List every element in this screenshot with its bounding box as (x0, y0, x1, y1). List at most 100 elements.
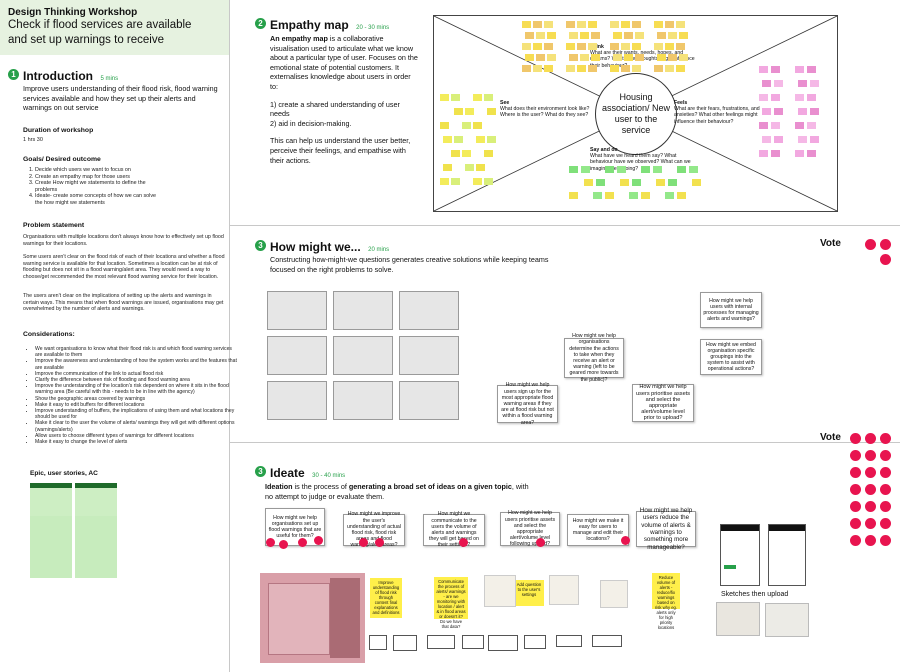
sticky-note[interactable] (577, 43, 586, 50)
sticky-note[interactable] (656, 179, 665, 186)
sticky-note[interactable] (679, 54, 688, 61)
sticky-note[interactable] (795, 122, 804, 129)
idea-box[interactable] (592, 635, 622, 647)
idea-sticky[interactable]: Reduce volume of alerts - reduce/fix war… (652, 573, 680, 630)
sticky-note[interactable] (610, 43, 619, 50)
hmw-card[interactable]: How might we help organisations determin… (564, 333, 624, 383)
sticky-note[interactable] (522, 65, 531, 72)
sticky-note[interactable] (795, 66, 804, 73)
idea-box[interactable] (488, 635, 518, 651)
hmw-empty-card[interactable] (333, 381, 393, 420)
sticky-note[interactable] (665, 21, 674, 28)
idea-photo[interactable] (484, 575, 516, 607)
sticky-note[interactable] (440, 122, 449, 129)
sticky-note[interactable] (632, 21, 641, 28)
ideate-card[interactable]: How might we make it easy for users to m… (567, 514, 629, 546)
sticky-note[interactable] (577, 21, 586, 28)
vote-dot[interactable] (880, 433, 891, 444)
sticky-note[interactable] (762, 80, 771, 87)
sticky-note[interactable] (624, 54, 633, 61)
sticky-note[interactable] (632, 65, 641, 72)
vote-dot[interactable] (850, 501, 861, 512)
sticky-note[interactable] (584, 179, 593, 186)
sticky-note[interactable] (451, 150, 460, 157)
idea-box[interactable] (556, 635, 582, 647)
wireframe-2[interactable] (768, 524, 806, 586)
vote-dot[interactable] (536, 538, 545, 547)
sticky-note[interactable] (613, 32, 622, 39)
idea-sticky[interactable]: Add question to the user's settings (514, 580, 544, 606)
sticky-note[interactable] (451, 94, 460, 101)
sticky-note[interactable] (484, 94, 493, 101)
vote-dot[interactable] (880, 535, 891, 546)
sticky-note[interactable] (536, 32, 545, 39)
sticky-note[interactable] (810, 80, 819, 87)
sticky-note[interactable] (635, 54, 644, 61)
sticky-note[interactable] (692, 179, 701, 186)
sticky-note[interactable] (759, 122, 768, 129)
sticky-note[interactable] (668, 179, 677, 186)
idea-sticky[interactable]: Improve understanding of flood risk thro… (370, 578, 402, 618)
sticky-note[interactable] (668, 54, 677, 61)
sticky-note[interactable] (677, 192, 686, 199)
sketch-photo[interactable] (765, 603, 809, 637)
idea-box[interactable] (462, 635, 484, 649)
sticky-note[interactable] (581, 166, 590, 173)
sticky-note[interactable] (621, 21, 630, 28)
sticky-note[interactable] (533, 43, 542, 50)
vote-dot[interactable] (880, 254, 891, 265)
sticky-note[interactable] (771, 150, 780, 157)
sticky-note[interactable] (566, 21, 575, 28)
sticky-note[interactable] (566, 65, 575, 72)
sticky-note[interactable] (657, 54, 666, 61)
sticky-note[interactable] (654, 65, 663, 72)
idea-box[interactable] (524, 635, 546, 649)
hmw-card[interactable]: How might we help users prioritise asset… (632, 384, 694, 422)
sticky-note[interactable] (676, 21, 685, 28)
sticky-note[interactable] (617, 166, 626, 173)
sticky-note[interactable] (759, 94, 768, 101)
empathy-canvas[interactable]: Housing association/ New user to the ser… (433, 15, 838, 212)
sticky-note[interactable] (591, 54, 600, 61)
sticky-note[interactable] (679, 32, 688, 39)
sticky-note[interactable] (771, 66, 780, 73)
sticky-note[interactable] (665, 192, 674, 199)
ideate-vote-grid[interactable] (850, 433, 895, 558)
vote-dot[interactable] (865, 518, 876, 529)
sticky-note[interactable] (577, 65, 586, 72)
hmw-empty-card[interactable] (399, 291, 459, 330)
sticky-note[interactable] (676, 43, 685, 50)
whiteboard-photo[interactable] (260, 573, 365, 663)
sticky-note[interactable] (522, 21, 531, 28)
sticky-note[interactable] (665, 43, 674, 50)
sticky-note[interactable] (547, 54, 556, 61)
sticky-note[interactable] (487, 108, 496, 115)
sticky-note[interactable] (762, 136, 771, 143)
sticky-note[interactable] (605, 166, 614, 173)
sticky-note[interactable] (653, 166, 662, 173)
vote-dot[interactable] (621, 536, 630, 545)
ideate-card[interactable]: How might we help users prioritise asset… (500, 510, 560, 547)
sticky-note[interactable] (476, 136, 485, 143)
sticky-note[interactable] (771, 94, 780, 101)
sticky-note[interactable] (569, 192, 578, 199)
sticky-note[interactable] (465, 164, 474, 171)
vote-dot[interactable] (279, 540, 288, 549)
sticky-note[interactable] (610, 21, 619, 28)
sticky-note[interactable] (588, 65, 597, 72)
sticky-note[interactable] (774, 108, 783, 115)
vote-dot[interactable] (865, 450, 876, 461)
sticky-note[interactable] (451, 178, 460, 185)
vote-dot[interactable] (865, 501, 876, 512)
sticky-note[interactable] (566, 43, 575, 50)
sticky-note[interactable] (762, 108, 771, 115)
sticky-note[interactable] (443, 136, 452, 143)
see-stickies[interactable] (440, 94, 500, 194)
sticky-note[interactable] (798, 108, 807, 115)
epic-card[interactable] (30, 483, 72, 516)
sticky-note[interactable] (641, 192, 650, 199)
hmw-empty-card[interactable] (399, 336, 459, 375)
sticky-note[interactable] (596, 179, 605, 186)
sticky-note[interactable] (569, 166, 578, 173)
sticky-note[interactable] (810, 136, 819, 143)
